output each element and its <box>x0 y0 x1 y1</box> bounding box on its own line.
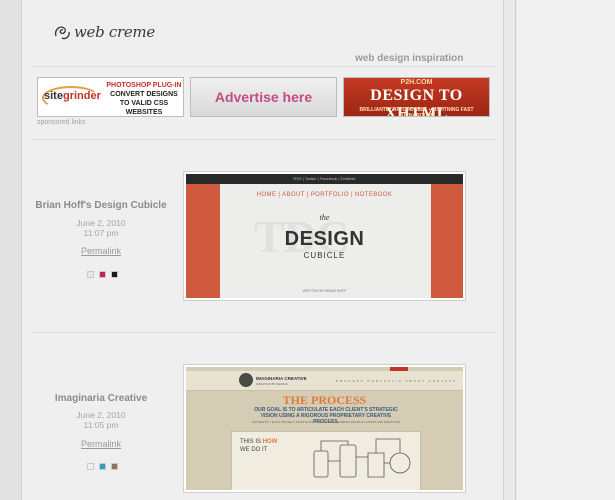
entry-date: June 2, 2010 <box>76 218 126 228</box>
permalink-link[interactable]: Permalink <box>17 246 185 256</box>
p2h-line3: BRILLIANTLY AFFORDABLE • LIGHTNING FAST … <box>359 107 474 117</box>
color-swatches <box>87 463 118 470</box>
sitegrinder-line2: CONVERT DESIGNS TO VALID CSS WEBSITES <box>110 91 178 116</box>
entry-screenshot[interactable]: RSS | Twitter | Facebook | Dribbble HOME… <box>183 171 466 301</box>
shot-small-text: AUTHENTIC • EACH PROJECT MUST ELICIT A R… <box>251 420 401 424</box>
shot-process-heading: THE PROCESS <box>282 393 367 407</box>
site-logo[interactable]: web creme <box>52 22 155 42</box>
color-swatch[interactable] <box>87 271 94 278</box>
shot-written-by: WRITTEN BY BRIAN HOFF <box>302 289 347 293</box>
shot-brand: IMAGINARIA CREATIVE <box>256 376 307 381</box>
color-swatch[interactable] <box>99 271 106 278</box>
permalink-link[interactable]: Permalink <box>17 439 185 449</box>
ad-advertise-here[interactable]: Advertise here <box>190 77 337 117</box>
color-swatch[interactable] <box>111 463 118 470</box>
process-machine-illustration-icon <box>313 438 411 478</box>
entry-screenshot[interactable]: IMAGINARIA CREATIVE CREATIVE BY DESIGN P… <box>183 364 466 493</box>
ad-p2h[interactable]: P2H.COM DESIGN TO XHTML BRILLIANTLY AFFO… <box>343 77 490 117</box>
entry-time: 11:07 pm <box>83 228 119 238</box>
color-swatch[interactable] <box>99 463 106 470</box>
site-tagline: web design inspiration <box>355 53 464 64</box>
shot-nav: PROCESS PORTFOLIO ABOUT CONTACT <box>336 379 457 383</box>
shot-the: the <box>319 213 330 222</box>
imaginaria-logo-icon <box>239 373 253 387</box>
sitegrinder-line1: PHOTOSHOP PLUG-IN <box>106 82 182 89</box>
entry-divider <box>32 332 496 333</box>
sponsored-links-label: sponsored links <box>37 119 86 126</box>
p2h-line1: P2H.COM <box>400 79 433 86</box>
sitegrinder-logo: sitegrinder <box>44 90 101 102</box>
shot-this-is-how: THIS IS HOW WE DO IT <box>240 439 278 453</box>
entry-time: 11:05 pm <box>83 420 119 430</box>
ad-sitegrinder[interactable]: sitegrinder PHOTOSHOP PLUG-IN CONVERT DE… <box>37 77 184 117</box>
shot-design: DESIGN <box>284 228 365 250</box>
advertise-label: Advertise here <box>214 89 313 105</box>
shot-brand-sub: CREATIVE BY DESIGN <box>256 382 288 386</box>
color-swatch[interactable] <box>111 271 118 278</box>
entry-title[interactable]: Imaginaria Creative <box>17 393 185 404</box>
color-swatches <box>87 271 118 278</box>
entry-title[interactable]: Brian Hoff's Design Cubicle <box>17 200 185 211</box>
color-swatch[interactable] <box>87 463 94 470</box>
ads-divider <box>32 139 496 140</box>
entry-date: June 2, 2010 <box>76 410 126 420</box>
shot-topbar: RSS | Twitter | Facebook | Dribbble <box>186 174 463 184</box>
shot-cubicle: CUBICLE <box>303 251 346 260</box>
swirl-logo-icon <box>54 26 70 40</box>
right-background <box>517 0 615 500</box>
header-divider <box>32 66 496 67</box>
right-divider-strip <box>504 0 516 500</box>
logo-text: web creme <box>74 23 155 41</box>
shot-nav: HOME | ABOUT | PORTFOLIO | NOTEBOOK <box>256 192 393 198</box>
